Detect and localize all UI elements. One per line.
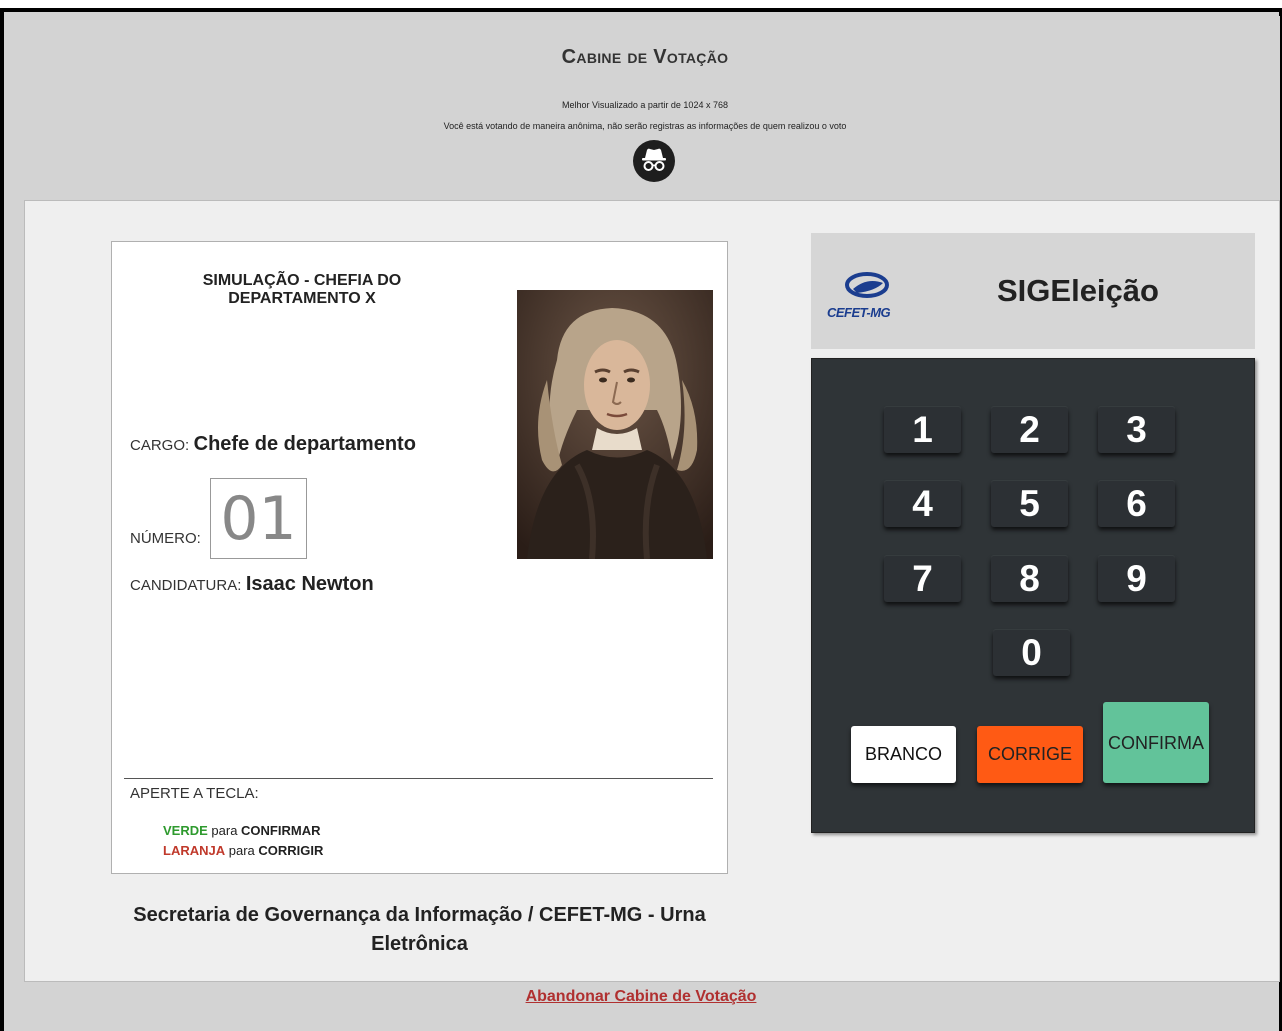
key-8[interactable]: 8 bbox=[991, 556, 1068, 602]
instruction-confirm: VERDE para CONFIRMAR bbox=[163, 823, 320, 838]
numero-label: NÚMERO: bbox=[130, 530, 201, 547]
page-title: Cabine de Votação bbox=[561, 46, 729, 68]
resolution-note: Melhor Visualizado a partir de 1024 x 76… bbox=[562, 100, 728, 110]
instr-orange-action: CORRIGIR bbox=[258, 843, 324, 858]
brand-header: CEFET-MG SIGEleição bbox=[811, 233, 1255, 349]
confirma-button[interactable]: CONFIRMA bbox=[1103, 702, 1209, 783]
page-frame: Cabine de Votação Melhor Visualizado a p… bbox=[0, 8, 1282, 1031]
header: Cabine de Votação Melhor Visualizado a p… bbox=[10, 16, 1280, 200]
cefet-logo-text: CEFET-MG bbox=[827, 305, 891, 320]
election-title: SIMULAÇÃO - CHEFIA DO DEPARTAMENTO X bbox=[202, 272, 402, 307]
anonymous-note: Você está votando de maneira anônima, nã… bbox=[443, 121, 847, 131]
ballot-display: SIMULAÇÃO - CHEFIA DO DEPARTAMENTO X CAR… bbox=[111, 241, 728, 874]
corrige-button[interactable]: CORRIGE bbox=[977, 726, 1083, 783]
abandon-booth-link[interactable]: Abandonar Cabine de Votação bbox=[0, 988, 1282, 1006]
key-6[interactable]: 6 bbox=[1098, 481, 1175, 527]
voting-keypad: 1 2 3 4 5 6 7 8 9 0 BRANCO CORRIGE CONFI… bbox=[811, 358, 1255, 833]
system-name: SIGEleição bbox=[997, 273, 1159, 308]
key-5[interactable]: 5 bbox=[991, 481, 1068, 527]
candidatura-row: CANDIDATURA: Isaac Newton bbox=[130, 573, 374, 596]
instr-orange-word: LARANJA bbox=[163, 843, 226, 858]
key-0[interactable]: 0 bbox=[993, 630, 1070, 676]
branco-button[interactable]: BRANCO bbox=[851, 726, 956, 783]
instr-green-word: VERDE bbox=[163, 823, 208, 838]
candidate-photo bbox=[517, 290, 713, 560]
key-7[interactable]: 7 bbox=[884, 556, 961, 602]
incognito-icon bbox=[633, 140, 675, 182]
instruction-correct: LARANJA para CORRIGIR bbox=[163, 843, 323, 858]
key-4[interactable]: 4 bbox=[884, 481, 961, 527]
cargo-row: CARGO: Chefe de departamento bbox=[130, 433, 416, 456]
candidatura-value: Isaac Newton bbox=[245, 573, 374, 595]
key-2[interactable]: 2 bbox=[991, 407, 1068, 453]
aperte-label: APERTE A TECLA: bbox=[130, 785, 259, 802]
cargo-label: CARGO: bbox=[130, 437, 190, 454]
divider bbox=[124, 778, 713, 779]
key-9[interactable]: 9 bbox=[1098, 556, 1175, 602]
numero-display: 01 bbox=[210, 478, 307, 559]
organization-footer: Secretaria de Governança da Informação /… bbox=[133, 904, 706, 955]
key-3[interactable]: 3 bbox=[1098, 407, 1175, 453]
instr-green-action: CONFIRMAR bbox=[241, 823, 321, 838]
cargo-value: Chefe de departamento bbox=[193, 433, 416, 455]
candidatura-label: CANDIDATURA: bbox=[130, 577, 242, 594]
key-1[interactable]: 1 bbox=[884, 407, 961, 453]
main-panel: SIMULAÇÃO - CHEFIA DO DEPARTAMENTO X CAR… bbox=[24, 200, 1280, 982]
instr-orange-mid: para bbox=[225, 843, 259, 858]
instr-green-mid: para bbox=[207, 823, 242, 838]
